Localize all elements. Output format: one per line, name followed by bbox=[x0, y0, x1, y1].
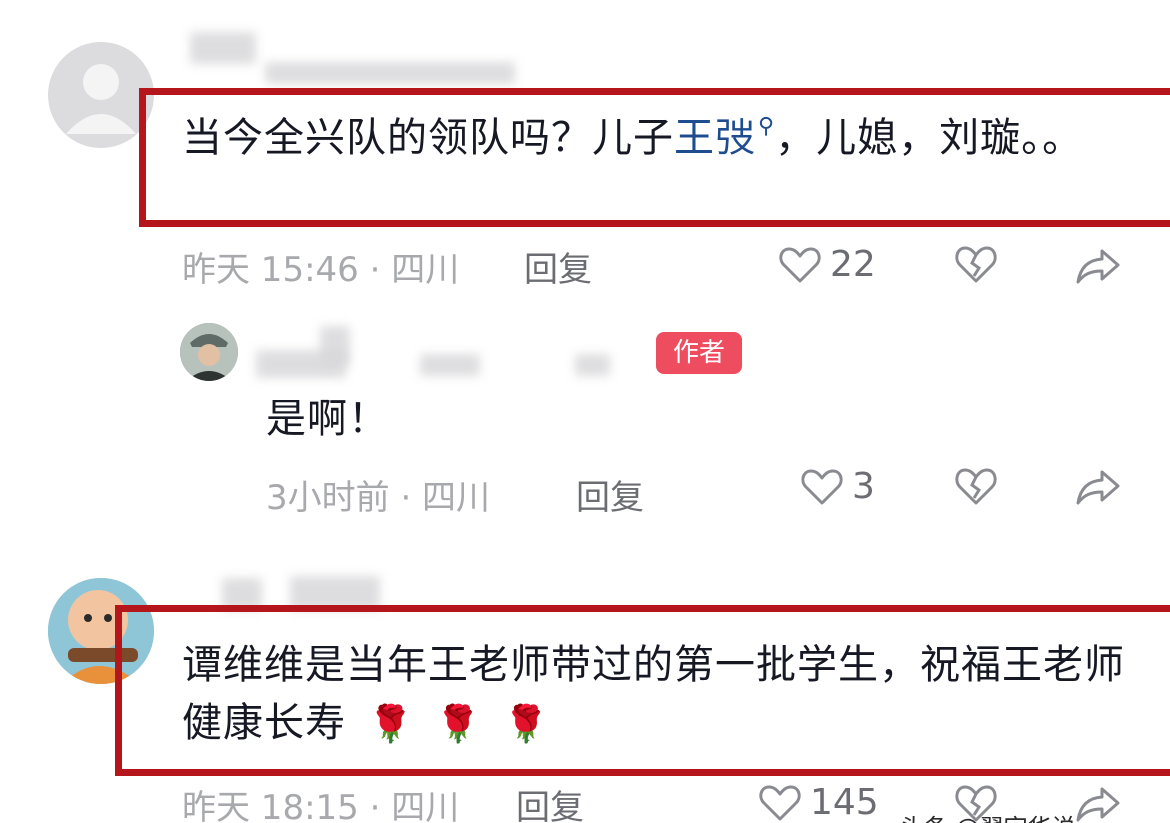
author-badge: 作者 bbox=[656, 332, 742, 374]
like-count: 22 bbox=[830, 244, 876, 285]
rose-emoji: 🌹 bbox=[435, 704, 482, 745]
author-avatar[interactable] bbox=[180, 323, 238, 381]
broken-heart-icon bbox=[955, 468, 997, 505]
comment-text-segment: 谭维维是当年王老师带过的第一批学生，祝福王老师健康长寿 bbox=[182, 642, 1125, 746]
profile-photo-icon bbox=[180, 323, 238, 381]
search-link[interactable]: 王弢 bbox=[674, 115, 756, 161]
reply-button[interactable]: 回复 bbox=[576, 470, 644, 519]
reply-text: 是啊！ bbox=[266, 396, 389, 442]
watermark: 头条 @翟宇华说 bbox=[900, 808, 1076, 823]
heart-outline-icon bbox=[779, 247, 821, 282]
blurred-username bbox=[265, 62, 515, 84]
search-icon[interactable]: ⚲ bbox=[758, 114, 775, 139]
heart-outline-icon bbox=[759, 785, 801, 820]
comment-meta: 3小时前 · 四川 bbox=[266, 478, 491, 518]
comment-meta: 昨天 15:46 · 四川 bbox=[182, 250, 460, 290]
like-count: 3 bbox=[852, 466, 875, 507]
rose-emoji: 🌹 bbox=[368, 704, 414, 745]
comment-meta: 昨天 18:15 · 四川 bbox=[182, 788, 460, 823]
like-count: 145 bbox=[810, 782, 879, 823]
comment-text: 谭维维是当年王老师带过的第一批学生，祝福王老师健康长寿 🌹 🌹 🌹 bbox=[182, 636, 1142, 754]
share-arrow-icon bbox=[1076, 249, 1120, 284]
share-arrow-icon bbox=[1076, 470, 1120, 505]
comment-text-segment: ，儿媳，刘璇。。 bbox=[775, 115, 1084, 161]
rose-emoji: 🌹 bbox=[503, 704, 550, 745]
dislike-button[interactable] bbox=[953, 243, 999, 285]
blurred-username bbox=[420, 354, 480, 376]
blurred-username bbox=[575, 354, 610, 376]
dislike-button[interactable] bbox=[953, 465, 999, 507]
like-button[interactable]: 22 bbox=[778, 244, 876, 285]
heart-outline-icon bbox=[801, 469, 843, 504]
like-button[interactable]: 145 bbox=[758, 782, 879, 823]
share-button[interactable] bbox=[1075, 466, 1121, 508]
share-button[interactable] bbox=[1075, 245, 1121, 287]
reply-button[interactable]: 回复 bbox=[516, 780, 584, 823]
blurred-username bbox=[320, 326, 350, 366]
comment-text-segment: 当今全兴队的领队吗？儿子 bbox=[182, 115, 674, 161]
like-button[interactable]: 3 bbox=[800, 466, 875, 507]
reply-button[interactable]: 回复 bbox=[524, 242, 592, 291]
share-button[interactable] bbox=[1075, 783, 1121, 823]
share-arrow-icon bbox=[1076, 787, 1120, 822]
comment-text: 当今全兴队的领队吗？儿子王弢⚲，儿媳，刘璇。。 bbox=[182, 98, 1142, 167]
broken-heart-icon bbox=[955, 246, 997, 283]
blurred-username bbox=[190, 32, 256, 64]
